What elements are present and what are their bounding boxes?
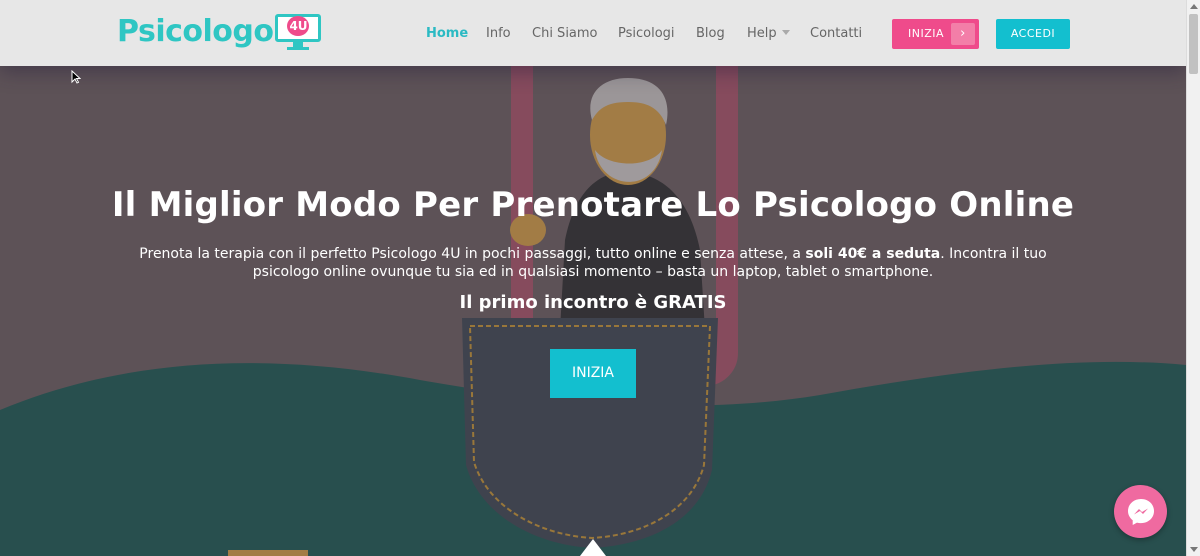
header-start-label: INIZIA <box>908 27 945 40</box>
hero-price: soli 40€ a seduta <box>805 246 941 262</box>
nav-help[interactable]: Help <box>747 26 790 41</box>
page-scrollbar[interactable] <box>1186 0 1200 556</box>
hero-start-button[interactable]: INIZIA <box>550 349 636 398</box>
caret-down-icon <box>781 30 790 35</box>
hero-desc-part1: Prenota la terapia con il perfetto Psico… <box>139 246 806 262</box>
chevron-right-icon: › <box>951 23 975 45</box>
messenger-chat-button[interactable] <box>1114 485 1167 538</box>
monitor-icon: 4U <box>275 12 322 50</box>
scroll-down-arrow-icon[interactable] <box>1190 547 1198 552</box>
scroll-up-arrow-icon[interactable] <box>1190 4 1198 9</box>
hero-title: Il Miglior Modo Per Prenotare Lo Psicolo… <box>111 185 1075 225</box>
scroll-down-indicator[interactable] <box>580 539 606 556</box>
scroll-thumb[interactable] <box>1189 14 1198 74</box>
site-logo[interactable]: Psicologo 4U <box>117 10 322 52</box>
nav-info[interactable]: Info <box>486 26 511 41</box>
nav-blog[interactable]: Blog <box>696 26 725 41</box>
hero-subtitle: Il primo incontro è GRATIS <box>459 292 727 313</box>
hero-section: Il Miglior Modo Per Prenotare Lo Psicolo… <box>0 0 1186 556</box>
hero-description: Prenota la terapia con il perfetto Psico… <box>110 245 1076 281</box>
login-button[interactable]: ACCEDI <box>996 19 1070 49</box>
site-header: Psicologo 4U Home Info Chi Siamo Psicolo… <box>0 0 1186 66</box>
nav-chi-siamo[interactable]: Chi Siamo <box>532 26 598 41</box>
nav-contatti[interactable]: Contatti <box>810 26 862 41</box>
header-start-button[interactable]: INIZIA › <box>892 19 979 49</box>
logo-text: Psicologo <box>117 13 274 49</box>
nav-help-label: Help <box>747 26 777 41</box>
messenger-icon <box>1127 498 1154 525</box>
mouse-cursor-icon <box>71 70 81 84</box>
nav-psicologi[interactable]: Psicologi <box>618 26 675 41</box>
nav-home[interactable]: Home <box>426 26 468 41</box>
